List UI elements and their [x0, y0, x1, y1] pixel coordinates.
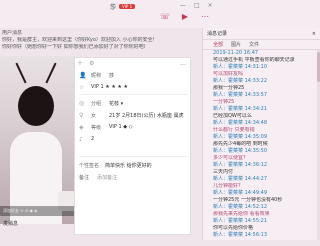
- message-timestamp: 新人：霍菜菜 14:34:48: [213, 120, 268, 126]
- gender-icon: ♀: [79, 111, 84, 119]
- phone-icon[interactable]: ☏: [160, 12, 170, 22]
- minimize-button[interactable]: —: [180, 2, 186, 9]
- profile-card: ＋ ⚙ … 👤 昵称 莎 ☆ VIP 1 ★ ★ ★ ★ ◎ 分组 花枝 ▾ ♀…: [74, 57, 191, 235]
- row-value: 莎: [109, 72, 115, 79]
- chat-title: 莎 VIP 1: [110, 2, 136, 11]
- message-text: 那先先少4每的吧 到时候: [213, 141, 268, 147]
- close-button[interactable]: ×: [208, 2, 213, 9]
- title-bar: 莎 VIP 1 — □ × ☏ ▶ ⋯: [0, 0, 320, 28]
- send-message-button[interactable]: 发消息: [0, 218, 30, 230]
- profile-photo[interactable]: [0, 56, 76, 224]
- message-timestamp: 新人：霍菜菜 14:55:21: [213, 218, 268, 224]
- more-icon[interactable]: ⋯: [200, 12, 210, 22]
- message-text: 多少可以便宜?: [213, 155, 246, 161]
- contact-name: 莎: [110, 4, 117, 11]
- row-value: VIP 1 ★ ★ ★ ★: [91, 84, 128, 90]
- divider: [79, 156, 187, 157]
- row-value: 简单快乐 给你更好的: [105, 162, 152, 169]
- profile-row-info: ♀ 女 21岁 2月18日(公历) 水瓶座 属虎: [79, 110, 187, 120]
- row-value: 21岁 2月18日(公历) 水瓶座 属虎: [109, 112, 184, 119]
- message-timestamp: 新人：霍菜菜 14:31:10: [213, 64, 268, 70]
- message-text: 你可以先给你价格: [213, 225, 254, 231]
- message-text: 什么都行 只要有钱: [213, 127, 255, 133]
- tab-all[interactable]: 全部: [213, 41, 223, 48]
- profile-row-remark[interactable]: 备注 添加备注: [79, 172, 187, 182]
- remark-input[interactable]: 添加备注: [97, 174, 117, 181]
- photo-caption: 添加好友 ⊙ ⊘ ◉ ◈: [0, 206, 74, 216]
- message-text: [203, 239, 320, 246]
- window-controls: — □ ×: [180, 2, 213, 9]
- row-label: 等级: [91, 124, 102, 131]
- row-label: 分组: [91, 100, 102, 107]
- message-text: 可以加好友吗: [213, 71, 244, 77]
- message-text: 一分钟25: [213, 99, 235, 105]
- video-icon[interactable]: ▶: [180, 12, 190, 22]
- message-timestamp: 新人：霍菜菜 14:33:57: [213, 92, 268, 98]
- level-icon: ◈: [79, 123, 84, 131]
- plus-icon[interactable]: ＋: [77, 60, 85, 68]
- message-timestamp: 新人：霍菜菜 14:49:49: [213, 190, 268, 196]
- message-text: 已经加QW可以么: [213, 113, 252, 119]
- message-text: 几分钟能好?: [213, 183, 241, 189]
- antler-decoration: [45, 62, 57, 84]
- message-timestamp: 2019-11-20 16:47: [213, 50, 259, 56]
- divider: [79, 94, 187, 95]
- notice-line: 用户消息: [2, 30, 23, 36]
- message-timestamp: 新人：霍菜菜 14:44:27: [213, 176, 268, 182]
- group-icon: ◎: [79, 99, 85, 107]
- message-timestamp: 新人：霍菜菜 14:36:12: [213, 162, 268, 168]
- profile-row-vip: ☆ VIP 1 ★ ★ ★ ★: [79, 82, 187, 92]
- notice-line: 你好你好（她想你好一下好 如你想我们已添加好了对了你你好吧）: [2, 44, 149, 50]
- user-icon: 👤: [79, 71, 87, 79]
- history-title: 消息记录: [207, 31, 228, 37]
- tab-images[interactable]: 图片: [231, 41, 241, 48]
- profile-row-music: ♪ 2: [79, 134, 187, 144]
- antler-decoration: [15, 62, 27, 84]
- close-icon[interactable]: ×: [312, 31, 316, 37]
- profile-row-nickname: 👤 昵称 莎: [79, 70, 187, 80]
- history-tabs: 全部 图片 文件: [203, 40, 320, 50]
- row-label: 昵称: [91, 72, 102, 79]
- row-label: 备注: [79, 174, 90, 181]
- row-value: 2: [91, 136, 95, 142]
- message-text: 可以通过手机 平板查看你的聊天记录: [213, 57, 295, 63]
- message-text: 三天内付: [213, 169, 234, 175]
- avatar-head: [18, 86, 54, 126]
- more-icon[interactable]: …: [180, 60, 186, 67]
- maximize-button[interactable]: □: [194, 2, 200, 9]
- profile-row-signature: 个性签名 简单快乐 给你更好的: [79, 160, 187, 170]
- chat-notice: 用户消息 你好，我是群主，欢迎来到这里（你好Kyo）欢迎加入 小心你的安全！ 你…: [2, 30, 198, 51]
- message-timestamp: 新人：霍菜菜 14:35:09: [213, 134, 268, 140]
- history-panel: 消息记录 × 全部 图片 文件 2019-11-20 16:47 可以通过手机 平…: [202, 28, 320, 240]
- message-timestamp: 新人：霍菜菜 14:33:22: [213, 78, 268, 84]
- row-label: 个性签名: [79, 162, 100, 169]
- group-select[interactable]: 花枝 ▾: [109, 100, 123, 107]
- profile-row-level: ◈ 等级 VIP 1 ◆ ◇: [79, 122, 187, 132]
- tab-files[interactable]: 文件: [249, 41, 259, 48]
- row-label: 女: [91, 112, 97, 119]
- gear-icon[interactable]: ⚙: [89, 60, 97, 68]
- vip-badge: VIP 1: [119, 4, 136, 9]
- notice-line: 你好，我是群主，欢迎来到这里（你好Kyo）欢迎加入 小心你的安全！: [2, 37, 158, 43]
- message-timestamp: 新人：霍菜菜 14:34:21: [213, 106, 268, 112]
- music-icon: ♪: [79, 135, 83, 143]
- message-text: 那我一分钟25: [213, 85, 245, 91]
- message-text: 那我先来先给你 看看效果: [213, 211, 270, 217]
- row-value: VIP 1 ◆ ◇: [109, 124, 133, 130]
- message-timestamp: 新人：霍菜菜 14:35:50: [213, 148, 268, 154]
- message-text: 一分钟25元 一分钟也没有40秒: [213, 197, 283, 203]
- message-timestamp: 新人：霍菜菜 14:56:13: [213, 232, 268, 238]
- message-timestamp: 新人：霍菜菜 14:52:12: [213, 204, 268, 210]
- profile-row-group[interactable]: ◎ 分组 花枝 ▾: [79, 98, 187, 108]
- star-icon: ☆: [79, 83, 85, 91]
- history-list: 2019-11-20 16:47 可以通过手机 平板查看你的聊天记录 新人：霍菜菜 …: [203, 50, 320, 240]
